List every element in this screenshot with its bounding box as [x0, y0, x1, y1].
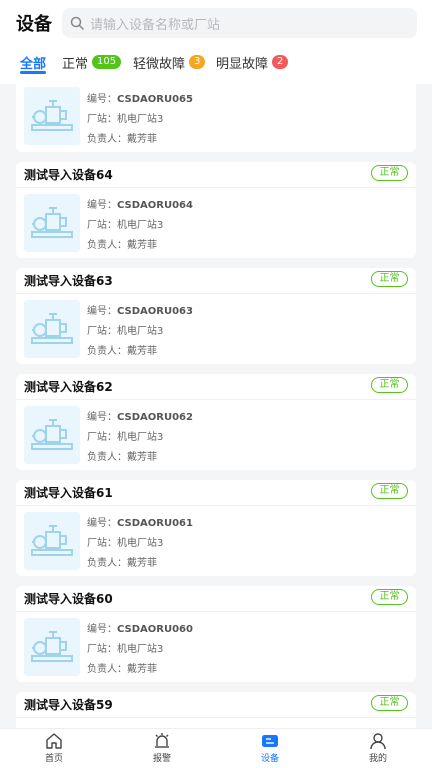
card-header: 测试导入设备64 正常 [16, 162, 416, 188]
card-header: 测试导入设备62 正常 [16, 374, 416, 400]
pump-icon [24, 512, 80, 570]
device-card[interactable]: 测试导入设备61 正常 编号：CSDAORU061 厂站：机电厂站3 负责人：戴… [16, 480, 416, 576]
tab-label: 正常 [62, 56, 89, 72]
device-station: 厂站：机电厂站3 [87, 644, 164, 655]
nav-label: 设备 [260, 754, 279, 764]
page-title: 设备 [16, 14, 52, 35]
status-badge: 正常 [371, 695, 408, 711]
device-code: 编号：CSDAORU063 [87, 306, 193, 317]
device-name: 测试导入设备59 [24, 698, 113, 712]
device-owner: 负责人：戴芳菲 [87, 240, 157, 251]
nav-device[interactable]: 设备 [243, 732, 297, 766]
device-owner: 负责人：戴芳菲 [87, 558, 157, 569]
device-name: 测试导入设备63 [24, 274, 113, 288]
card-header: 测试导入设备63 正常 [16, 268, 416, 294]
device-station: 厂站：机电厂站3 [87, 220, 164, 231]
bottom-nav: 首页 报警 设备 我的 [0, 728, 432, 768]
alarm-icon [155, 733, 169, 748]
device-owner: 负责人：戴芳菲 [87, 664, 157, 675]
device-card[interactable]: 测试导入设备60 正常 编号：CSDAORU060 厂站：机电厂站3 负责人：戴… [16, 586, 416, 682]
status-badge: 正常 [371, 377, 408, 393]
tab-major-fault[interactable]: 明显故障 2 [216, 50, 289, 74]
card-header: 测试导入设备60 正常 [16, 586, 416, 612]
device-station: 厂站：机电厂站3 [87, 114, 164, 125]
pump-icon [24, 300, 80, 358]
device-card[interactable]: 编号：CSDAORU065 厂站：机电厂站3 负责人：戴芳菲 [16, 84, 416, 152]
status-badge: 正常 [371, 589, 408, 605]
device-name: 测试导入设备60 [24, 592, 113, 606]
pump-icon [24, 406, 80, 464]
nav-home[interactable]: 首页 [27, 732, 81, 766]
device-station: 厂站：机电厂站3 [87, 538, 164, 549]
device-name: 测试导入设备62 [24, 380, 113, 394]
device-name: 测试导入设备61 [24, 486, 113, 500]
card-header: 测试导入设备61 正常 [16, 480, 416, 506]
count-badge: 3 [189, 55, 206, 69]
active-tab-indicator [20, 71, 46, 74]
device-icon [262, 735, 278, 747]
device-code: 编号：CSDAORU060 [87, 624, 193, 635]
device-station: 厂站：机电厂站3 [87, 432, 164, 443]
count-badge: 2 [272, 55, 289, 69]
status-tabs: 全部 正常 105 轻微故障 3 明显故障 2 [0, 48, 432, 78]
device-card[interactable]: 测试导入设备59 正常 [16, 692, 416, 728]
status-badge: 正常 [371, 165, 408, 181]
search-icon [70, 16, 84, 30]
card-header: 测试导入设备59 正常 [16, 692, 416, 718]
device-card[interactable]: 测试导入设备62 正常 编号：CSDAORU062 厂站：机电厂站3 负责人：戴… [16, 374, 416, 470]
tab-label: 轻微故障 [133, 56, 186, 72]
device-owner: 负责人：戴芳菲 [87, 452, 157, 463]
home-icon [46, 733, 62, 749]
status-badge: 正常 [371, 483, 408, 499]
device-code: 编号：CSDAORU065 [87, 94, 193, 105]
search-placeholder: 请输入设备名称或厂站 [90, 18, 221, 33]
device-list[interactable]: 编号：CSDAORU065 厂站：机电厂站3 负责人：戴芳菲 测试导入设备64 … [0, 84, 432, 728]
status-badge: 正常 [371, 271, 408, 287]
user-icon [370, 733, 386, 750]
tab-minor-fault[interactable]: 轻微故障 3 [133, 50, 206, 74]
nav-label: 首页 [44, 754, 63, 764]
nav-label: 报警 [152, 754, 171, 764]
search-input[interactable]: 请输入设备名称或厂站 [62, 8, 417, 38]
device-code: 编号：CSDAORU062 [87, 412, 193, 423]
nav-alarm[interactable]: 报警 [135, 732, 189, 766]
device-code: 编号：CSDAORU061 [87, 518, 193, 529]
nav-mine[interactable]: 我的 [351, 732, 405, 766]
device-name: 测试导入设备64 [24, 168, 113, 182]
device-owner: 负责人：戴芳菲 [87, 134, 157, 145]
device-code: 编号：CSDAORU064 [87, 200, 193, 211]
count-badge: 105 [92, 55, 122, 69]
device-card[interactable]: 测试导入设备64 正常 编号：CSDAORU064 厂站：机电厂站3 负责人：戴… [16, 162, 416, 258]
top-bar: 设备 请输入设备名称或厂站 全部 正常 105 轻微故障 3 明显故障 2 [0, 0, 432, 84]
device-station: 厂站：机电厂站3 [87, 326, 164, 337]
pump-icon [24, 87, 80, 145]
nav-label: 我的 [368, 754, 387, 764]
pump-icon [24, 194, 80, 252]
tab-label: 明显故障 [216, 56, 269, 72]
tab-label: 全部 [20, 56, 47, 72]
device-owner: 负责人：戴芳菲 [87, 346, 157, 357]
tab-normal[interactable]: 正常 105 [62, 50, 122, 74]
pump-icon [24, 618, 80, 676]
device-card[interactable]: 测试导入设备63 正常 编号：CSDAORU063 厂站：机电厂站3 负责人：戴… [16, 268, 416, 364]
